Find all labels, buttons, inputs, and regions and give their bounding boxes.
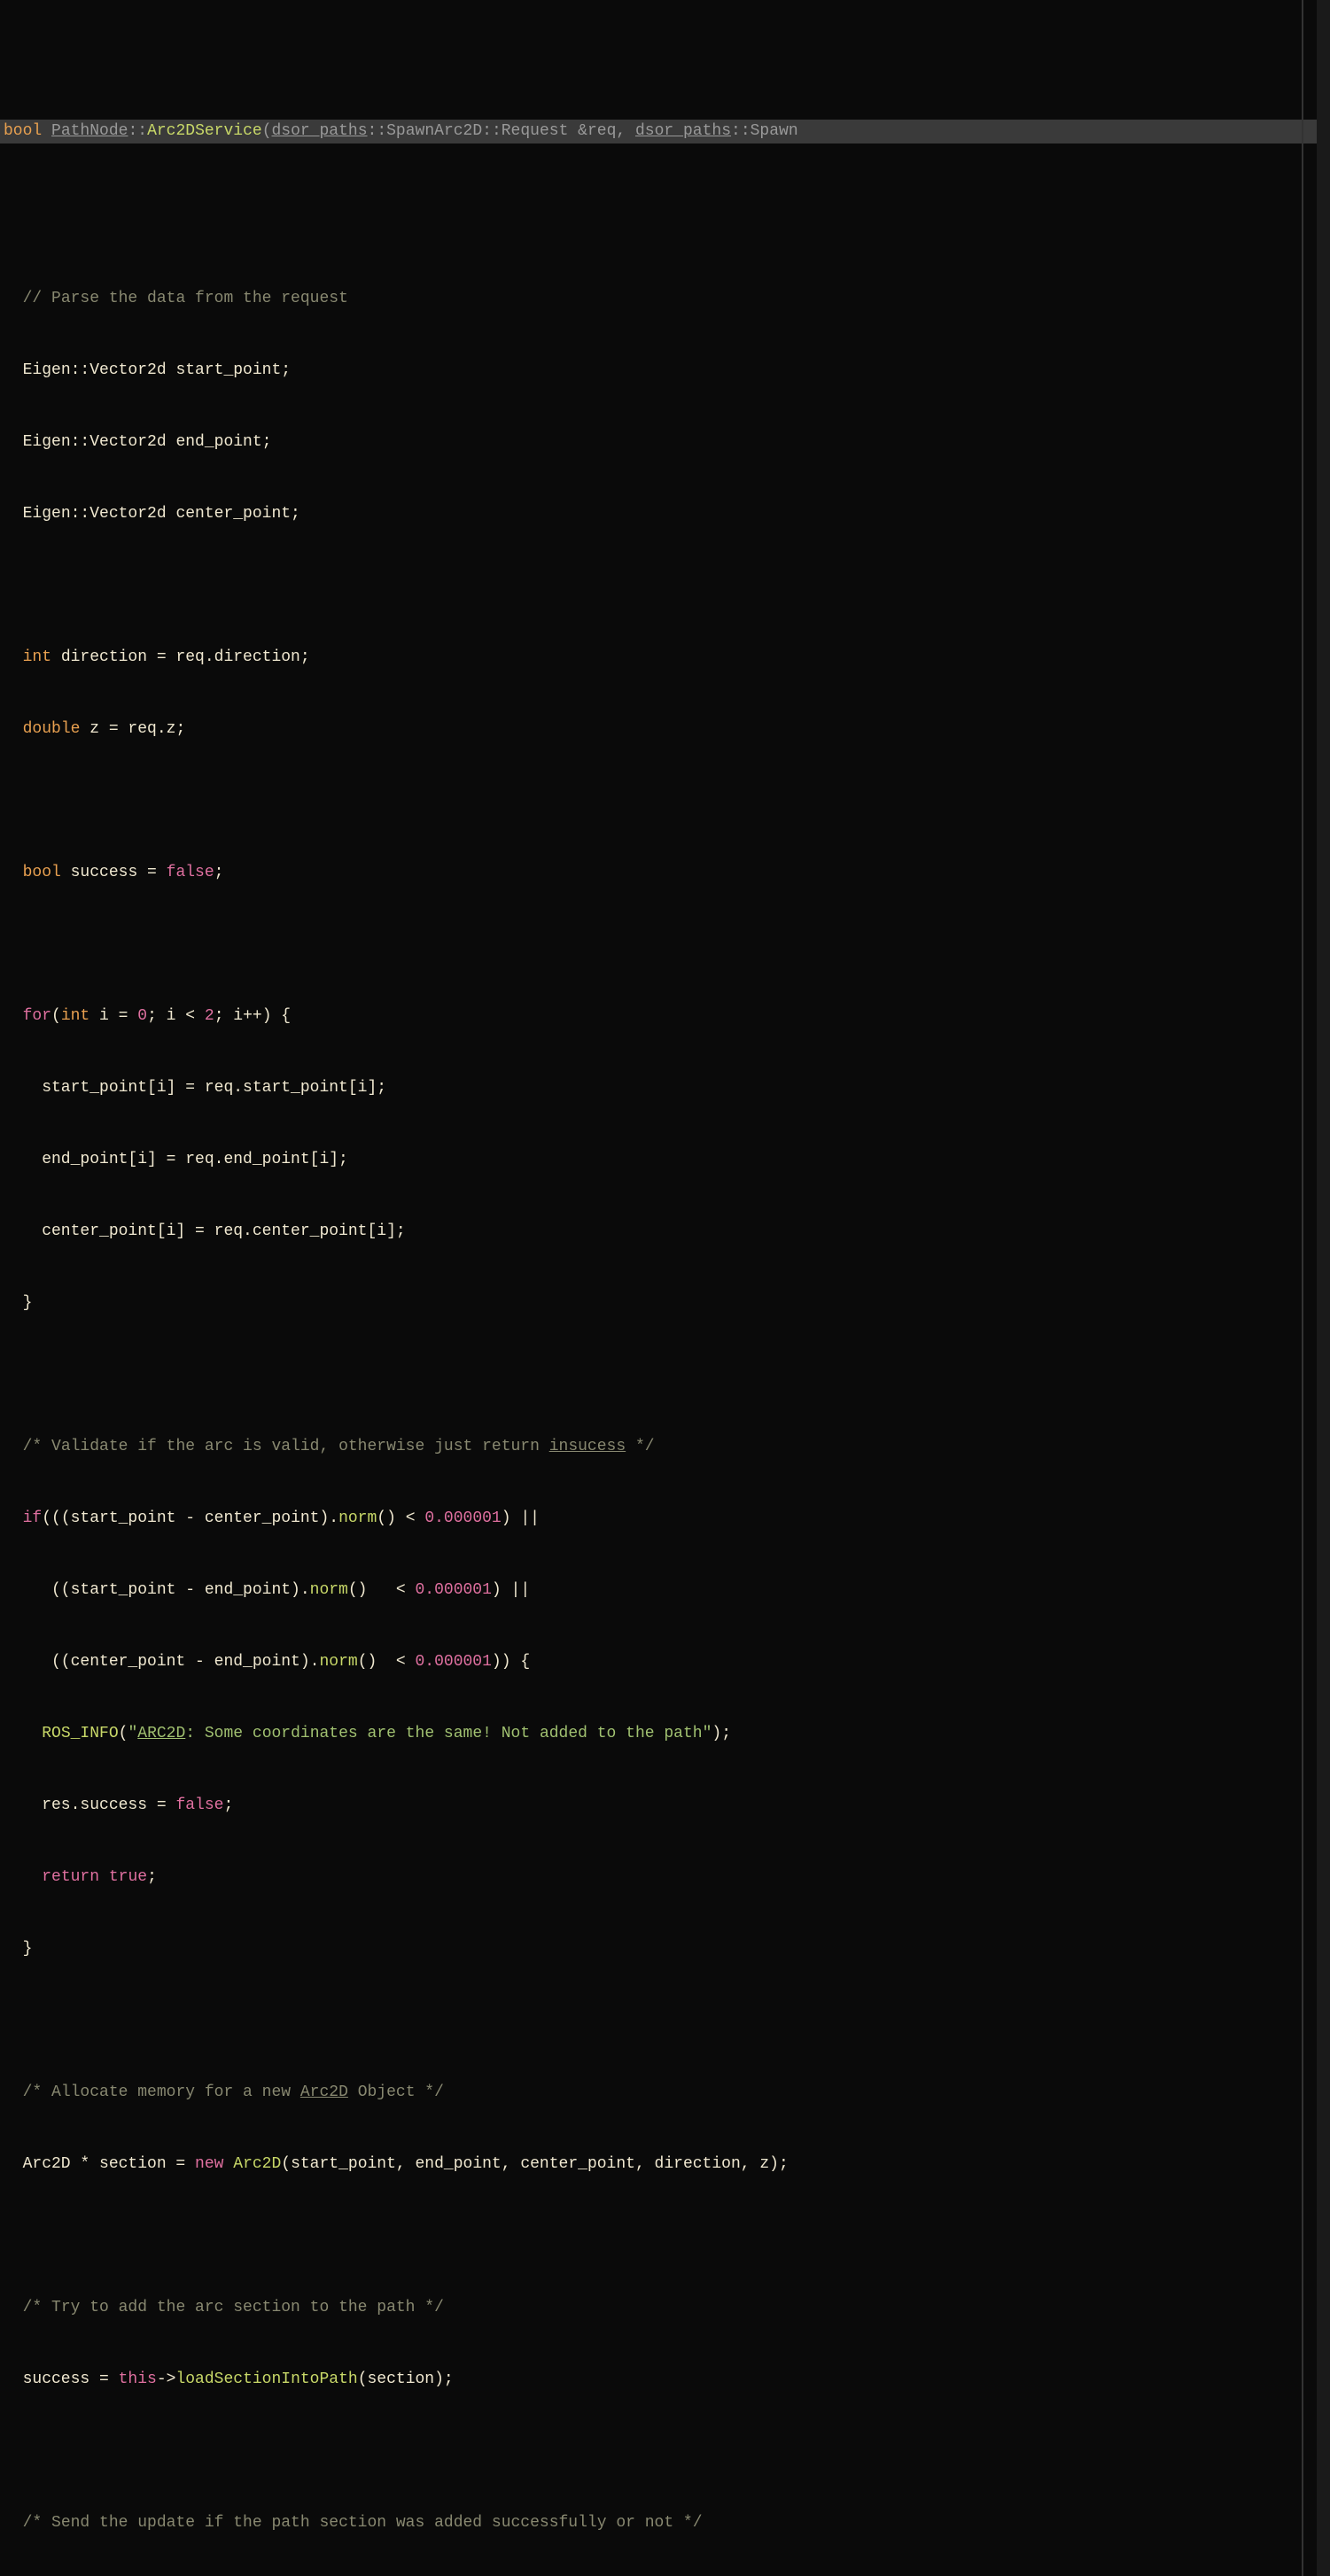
code-line[interactable]: ((center_point - end_point).norm() < 0.0… xyxy=(0,1650,1330,1674)
right-margin-guide xyxy=(1302,0,1303,2576)
comment: // Parse the data from the request xyxy=(23,290,348,307)
function-signature-line[interactable]: bool PathNode::Arc2DService(dsor_paths::… xyxy=(0,120,1330,144)
blank-line[interactable] xyxy=(0,215,1330,239)
code-line[interactable]: /* Validate if the arc is valid, otherwi… xyxy=(0,1435,1330,1459)
code-line[interactable]: int direction = req.direction; xyxy=(0,646,1330,670)
code-line[interactable]: bool success = false; xyxy=(0,861,1330,885)
code-line[interactable]: ROS_INFO("ARC2D: Some coordinates are th… xyxy=(0,1722,1330,1746)
blank-line[interactable] xyxy=(0,2224,1330,2248)
return-type: bool xyxy=(4,122,42,140)
method-name: Arc2DService xyxy=(147,122,262,140)
blank-line[interactable] xyxy=(0,574,1330,598)
code-line[interactable]: center_point[i] = req.center_point[i]; xyxy=(0,1220,1330,1244)
blank-line[interactable] xyxy=(0,2009,1330,2033)
code-line[interactable]: Arc2D * section = new Arc2D(start_point,… xyxy=(0,2153,1330,2176)
blank-line[interactable] xyxy=(0,789,1330,813)
code-line[interactable]: for(int i = 0; i < 2; i++) { xyxy=(0,1005,1330,1028)
code-line[interactable]: start_point[i] = req.start_point[i]; xyxy=(0,1076,1330,1100)
code-line[interactable]: Eigen::Vector2d end_point; xyxy=(0,431,1330,454)
code-line[interactable]: if(((start_point - center_point).norm() … xyxy=(0,1507,1330,1531)
code-line[interactable]: success = this->loadSectionIntoPath(sect… xyxy=(0,2368,1330,2392)
code-line[interactable]: Eigen::Vector2d start_point; xyxy=(0,359,1330,383)
blank-line[interactable] xyxy=(0,933,1330,957)
code-line[interactable]: return true; xyxy=(0,1866,1330,1889)
code-line[interactable]: /* Try to add the arc section to the pat… xyxy=(0,2296,1330,2320)
blank-line[interactable] xyxy=(0,2440,1330,2463)
minimap[interactable] xyxy=(1317,0,1330,2576)
code-line[interactable]: double z = req.z; xyxy=(0,718,1330,741)
code-line[interactable]: } xyxy=(0,1292,1330,1315)
blank-line[interactable] xyxy=(0,1363,1330,1387)
code-line[interactable]: // Parse the data from the request xyxy=(0,287,1330,311)
class-name: PathNode xyxy=(51,122,128,140)
code-line[interactable]: } xyxy=(0,1937,1330,1961)
code-editor[interactable]: bool PathNode::Arc2DService(dsor_paths::… xyxy=(0,0,1330,2576)
code-line[interactable]: Eigen::Vector2d center_point; xyxy=(0,502,1330,526)
code-line[interactable]: end_point[i] = req.end_point[i]; xyxy=(0,1148,1330,1172)
code-line[interactable]: /* Send the update if the path section w… xyxy=(0,2511,1330,2535)
code-line[interactable]: res.success = false; xyxy=(0,1794,1330,1818)
code-line[interactable]: /* Allocate memory for a new Arc2D Objec… xyxy=(0,2081,1330,2105)
code-line[interactable]: ((start_point - end_point).norm() < 0.00… xyxy=(0,1579,1330,1602)
